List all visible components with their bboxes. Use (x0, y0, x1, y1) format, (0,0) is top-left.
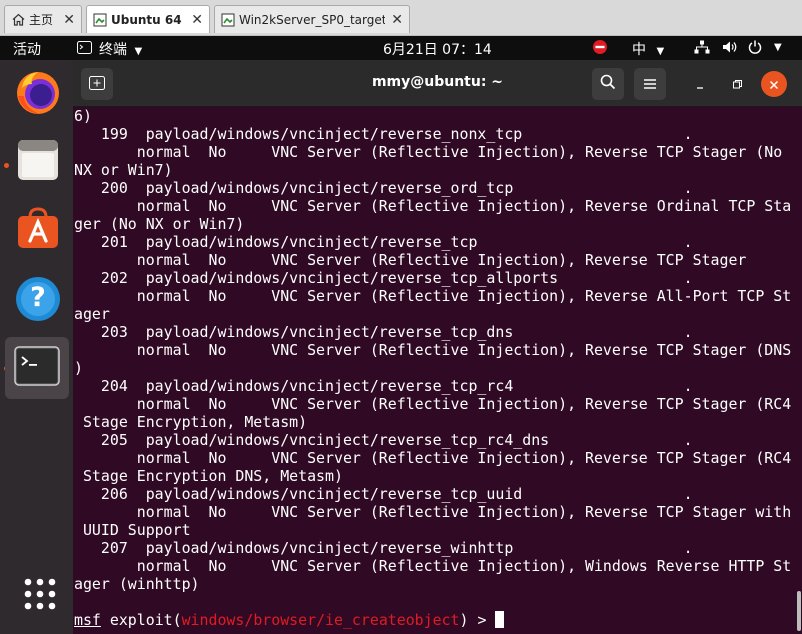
terminal-line: 6) (74, 107, 92, 125)
tab-label: 主页 (29, 13, 54, 27)
close-icon[interactable]: ✕ (191, 12, 203, 28)
text-cursor (495, 611, 505, 628)
close-icon (769, 75, 779, 94)
terminal-line: 200 payload/windows/vncinject/reverse_or… (74, 179, 693, 197)
terminal-line: normal No VNC Server (Reflective Injecti… (74, 197, 792, 215)
home-icon (11, 13, 25, 27)
terminal-line: ager (winhttp) (74, 575, 200, 593)
terminal-window: mmy@ubuntu: ~ 6) 199 payload/windows/vnc… (73, 60, 802, 634)
power-icon[interactable] (748, 40, 762, 58)
volume-icon[interactable] (722, 40, 738, 58)
app-menu-label: 终端 (99, 42, 127, 58)
vm-icon (93, 13, 107, 27)
hamburger-menu-icon (643, 75, 657, 94)
terminal-app-icon (77, 41, 92, 58)
vm-icon (221, 13, 235, 27)
chevron-down-icon: ▼ (134, 46, 143, 57)
close-icon[interactable]: ✕ (391, 12, 403, 28)
maximize-button[interactable] (721, 68, 753, 100)
terminal-line: ager (74, 305, 110, 323)
close-window-button[interactable] (761, 71, 787, 97)
running-indicator (4, 163, 9, 168)
prompt-msf: msf (74, 611, 101, 629)
terminal-line: ger (No NX or Win7) (74, 215, 245, 233)
tab-home[interactable]: 主页 ✕ (4, 5, 82, 33)
dock-item-firefox[interactable] (12, 68, 64, 120)
terminal-line: normal No VNC Server (Reflective Injecti… (74, 449, 792, 467)
search-button[interactable] (592, 68, 624, 100)
app-grid-icon (23, 577, 57, 615)
terminal-line: 205 payload/windows/vncinject/reverse_tc… (74, 431, 693, 449)
firefox-icon (14, 68, 62, 120)
terminal-line: 201 payload/windows/vncinject/reverse_tc… (74, 233, 693, 251)
vm-tab-bar: 主页 ✕ Ubuntu 64 位 ✕ Win2kServer_SP0_targe… (0, 0, 802, 36)
terminal-line: 207 payload/windows/vncinject/reverse_wi… (74, 539, 693, 557)
terminal-line: normal No VNC Server (Reflective Injecti… (74, 143, 783, 161)
terminal-header-bar: mmy@ubuntu: ~ (73, 60, 802, 107)
show-applications-button[interactable] (14, 570, 66, 622)
terminal-line: ) (74, 359, 83, 377)
tab-ubuntu-vm[interactable]: Ubuntu 64 位 ✕ (86, 5, 210, 33)
dock-item-software[interactable] (12, 204, 64, 256)
help-glyph: ? (30, 282, 46, 313)
dock: ? (0, 60, 73, 634)
terminal-line: NX or Win7) (74, 161, 173, 179)
minimize-button[interactable] (684, 68, 716, 100)
input-method-menu[interactable]: 中 ▼ (632, 39, 664, 59)
app-menu[interactable]: 终端 ▼ (99, 39, 142, 59)
dock-item-files[interactable] (12, 136, 64, 188)
search-icon (600, 74, 616, 94)
terminal-lines: 6) 199 payload/windows/vncinject/reverse… (74, 107, 791, 629)
terminal-line: 202 payload/windows/vncinject/reverse_tc… (74, 269, 693, 287)
terminal-line: normal No VNC Server (Reflective Injecti… (74, 341, 792, 359)
activities-button[interactable]: 活动 (13, 39, 41, 59)
gnome-top-bar: 活动 终端 ▼ 6月21日 07：14 中 ▼ ▼ (0, 36, 802, 60)
terminal-line: normal No VNC Server (Reflective Injecti… (74, 251, 747, 269)
tab-label: Win2kServer_SP0_target (239, 12, 386, 27)
terminal-line: UUID Support (74, 521, 191, 539)
terminal-icon (14, 346, 60, 390)
clock[interactable]: 6月21日 07：14 (383, 39, 492, 59)
prompt-module-name: windows/browser/ie_createobject (181, 611, 460, 629)
prompt-suffix: ) > (459, 611, 496, 629)
terminal-line: 203 payload/windows/vncinject/reverse_tc… (74, 323, 693, 341)
scrollbar-thumb[interactable] (797, 591, 801, 631)
maximize-icon (732, 75, 742, 94)
chevron-down-icon: ▼ (656, 46, 665, 57)
terminal-line: normal No VNC Server (Reflective Injecti… (74, 503, 792, 521)
terminal-line: 204 payload/windows/vncinject/reverse_tc… (74, 377, 693, 395)
tab-win2k-vm[interactable]: Win2kServer_SP0_target ✕ (214, 5, 410, 33)
terminal-line: normal No VNC Server (Reflective Injecti… (74, 395, 792, 413)
terminal-line: Stage Encryption, Metasm) (74, 413, 308, 431)
command-prompt[interactable]: msf exploit(windows/browser/ie_createobj… (74, 611, 791, 629)
dock-item-help[interactable]: ? (12, 273, 64, 325)
help-icon: ? (15, 276, 61, 322)
terminal-line: normal No VNC Server (Reflective Injecti… (74, 557, 792, 575)
terminal-line: Stage Encryption DNS, Metasm) (74, 467, 343, 485)
terminal-line: 206 payload/windows/vncinject/reverse_tc… (74, 485, 693, 503)
network-icon[interactable] (694, 40, 710, 58)
minimize-icon (695, 75, 705, 94)
tab-label: Ubuntu 64 位 (111, 13, 185, 27)
files-icon (15, 137, 61, 187)
prompt-exploit-prefix: exploit( (100, 611, 182, 629)
input-method-label: 中 (632, 42, 646, 58)
software-store-icon (15, 205, 61, 255)
terminal-output[interactable]: 6) 199 payload/windows/vncinject/reverse… (73, 107, 802, 634)
terminal-line: 199 payload/windows/vncinject/reverse_no… (74, 125, 693, 143)
dock-item-terminal[interactable] (5, 337, 69, 399)
chevron-down-icon[interactable]: ▼ (774, 42, 782, 53)
menu-button[interactable] (634, 68, 666, 100)
close-icon[interactable]: ✕ (63, 12, 75, 28)
terminal-line: normal No VNC Server (Reflective Injecti… (74, 287, 792, 305)
do-not-disturb-icon[interactable] (592, 39, 608, 59)
